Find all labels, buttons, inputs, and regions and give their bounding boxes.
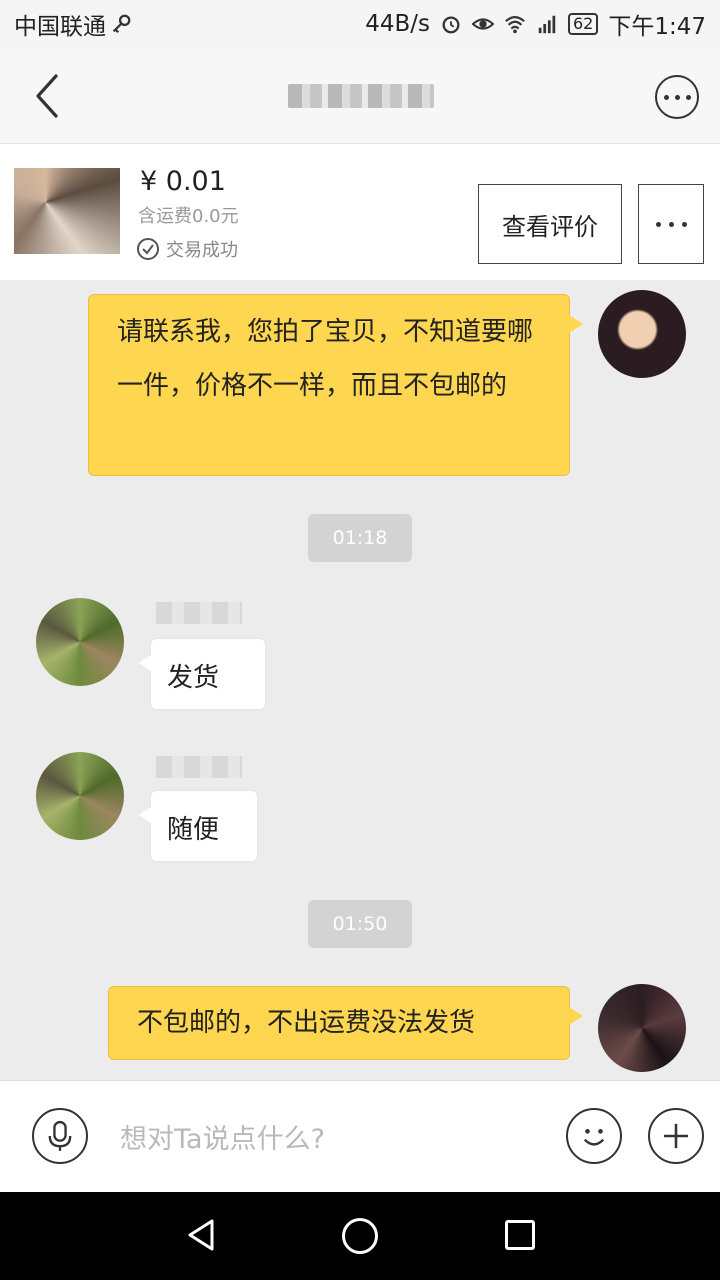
signal-icon	[538, 15, 556, 34]
eye-icon	[471, 18, 494, 30]
more-options-button[interactable]	[655, 75, 699, 119]
message-input[interactable]: 想对Ta说点什么?	[120, 1117, 325, 1156]
avatar-other[interactable]	[36, 598, 124, 686]
sender-name-blurred	[156, 756, 242, 778]
product-price: ¥ 0.01	[140, 166, 226, 197]
microphone-icon[interactable]	[32, 1108, 88, 1164]
check-circle-icon	[137, 238, 159, 260]
system-home-icon[interactable]	[342, 1218, 378, 1254]
message-bubble-incoming[interactable]: 随便	[139, 790, 258, 862]
view-review-button[interactable]: 查看评价	[478, 184, 622, 264]
message-bubble-outgoing[interactable]: 不包邮的，不出运费没法发货	[108, 986, 583, 1060]
dot-icon	[685, 94, 691, 100]
avatar-self[interactable]	[598, 984, 686, 1072]
deal-status-label: 交易成功	[166, 240, 238, 261]
message-bubble-outgoing[interactable]: 请联系我，您拍了宝贝，不知道要哪一件，价格不一样，而且不包邮的	[88, 294, 583, 476]
message-input-bar: 想对Ta说点什么?	[0, 1080, 720, 1192]
dot-icon	[681, 221, 687, 227]
plus-icon[interactable]	[648, 1108, 704, 1164]
carrier-label: 中国联通	[14, 14, 106, 40]
shipping-fee: 含运费0.0元	[138, 206, 239, 227]
deal-status: 交易成功	[136, 236, 238, 262]
avatar-self[interactable]	[598, 290, 686, 378]
dot-icon	[674, 94, 680, 100]
contact-name-blurred	[288, 84, 434, 108]
avatar-other[interactable]	[36, 752, 124, 840]
clock: 下午1:47	[608, 14, 706, 40]
product-thumbnail[interactable]	[14, 168, 120, 254]
dot-icon	[663, 94, 669, 100]
wifi-icon	[505, 16, 525, 34]
chat-header	[0, 48, 720, 144]
timestamp-chip: 01:50	[308, 900, 412, 948]
status-bar: 中国联通 44B/s 62 下午1:47	[0, 0, 720, 48]
system-back-icon[interactable]	[186, 1218, 216, 1252]
network-speed: 44B/s	[365, 11, 430, 37]
sender-name-blurred	[156, 602, 242, 624]
battery-indicator: 62	[567, 13, 599, 35]
alarm-icon	[442, 16, 460, 34]
message-bubble-incoming[interactable]: 发货	[139, 638, 266, 710]
dot-icon	[668, 221, 674, 227]
dot-icon	[655, 221, 661, 227]
back-arrow-icon[interactable]	[26, 70, 76, 122]
emoji-icon[interactable]	[566, 1108, 622, 1164]
system-recents-icon[interactable]	[505, 1220, 535, 1250]
key-icon	[112, 14, 131, 34]
system-navigation-bar	[0, 1192, 720, 1280]
product-more-button[interactable]	[638, 184, 704, 264]
timestamp-chip: 01:18	[308, 514, 412, 562]
